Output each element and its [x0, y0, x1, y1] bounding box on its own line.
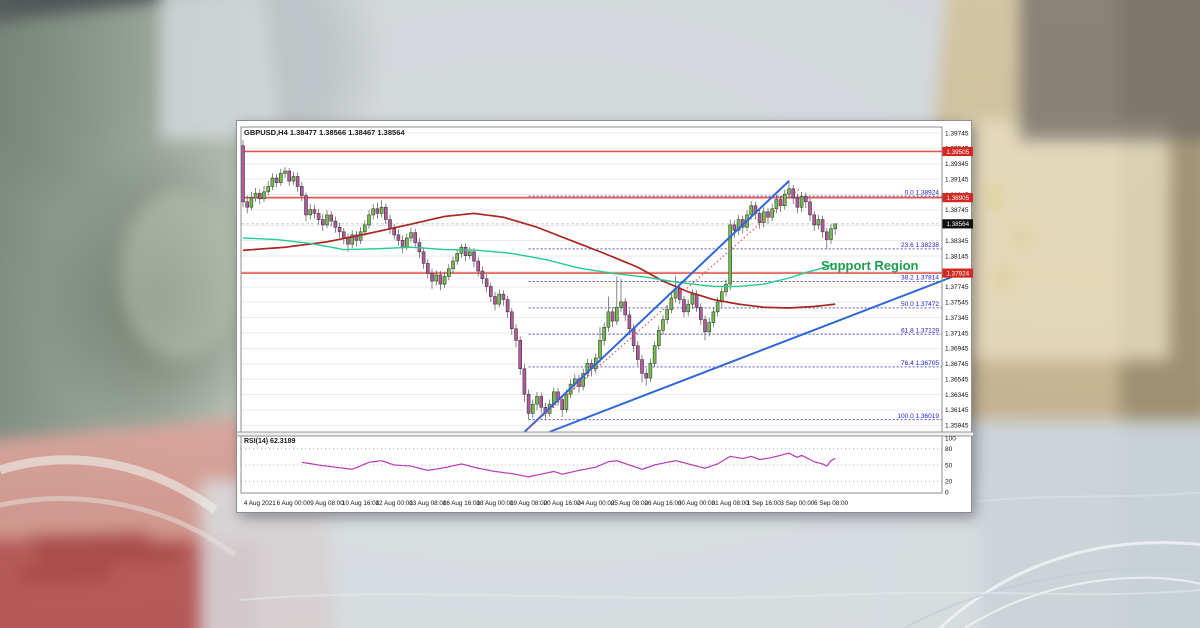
rsi-indicator-label: RSI(14) 62.3189: [244, 438, 295, 445]
svg-text:16 Aug 16:00: 16 Aug 16:00: [443, 500, 481, 507]
svg-text:24 Aug 00:00: 24 Aug 00:00: [577, 500, 615, 507]
svg-text:100: 100: [945, 435, 956, 442]
svg-text:1.38345: 1.38345: [945, 238, 969, 245]
svg-text:1.35945: 1.35945: [945, 423, 969, 430]
price-chart-canvas[interactable]: 1.397451.395451.393451.391451.389451.387…: [237, 121, 973, 514]
svg-text:13 Aug 08:00: 13 Aug 08:00: [409, 500, 447, 507]
svg-text:1.38905: 1.38905: [946, 195, 969, 202]
svg-text:1 Sep 16:00: 1 Sep 16:00: [747, 500, 781, 507]
svg-text:38.2 1.37814: 38.2 1.37814: [901, 275, 939, 282]
svg-text:1.36345: 1.36345: [945, 392, 969, 399]
svg-text:1.37145: 1.37145: [945, 330, 969, 337]
svg-text:1.37924: 1.37924: [946, 270, 969, 277]
svg-text:10 Aug 16:00: 10 Aug 16:00: [342, 500, 380, 507]
svg-text:26 Aug 16:00: 26 Aug 16:00: [644, 500, 682, 507]
svg-text:20 Aug 16:00: 20 Aug 16:00: [544, 500, 582, 507]
mt4-chart-window[interactable]: 1.397451.395451.393451.391451.389451.387…: [236, 120, 972, 513]
svg-text:1.38564: 1.38564: [946, 221, 969, 228]
svg-text:30 Aug 00:00: 30 Aug 00:00: [678, 500, 716, 507]
svg-text:1.39345: 1.39345: [945, 161, 969, 168]
symbol-ohlc-header: GBPUSD,H4 1.38477 1.38566 1.38467 1.3856…: [244, 128, 405, 137]
svg-text:80: 80: [945, 446, 953, 453]
screenshot-stage: 1.397451.395451.393451.391451.389451.387…: [0, 0, 1200, 628]
svg-text:61.8 1.37129: 61.8 1.37129: [901, 327, 939, 334]
svg-text:19 Aug 08:00: 19 Aug 08:00: [510, 500, 548, 507]
svg-text:31 Aug 08:00: 31 Aug 08:00: [712, 500, 750, 507]
svg-text:76.4 1.36705: 76.4 1.36705: [901, 360, 939, 367]
svg-text:4 Aug 2021: 4 Aug 2021: [244, 500, 276, 507]
svg-text:0.0 1.38924: 0.0 1.38924: [905, 189, 940, 196]
svg-text:1.39745: 1.39745: [945, 130, 969, 137]
svg-text:3 Sep 00:00: 3 Sep 00:00: [780, 500, 814, 507]
svg-text:9 Aug 08:00: 9 Aug 08:00: [310, 500, 344, 507]
svg-text:0: 0: [945, 489, 949, 496]
svg-text:23.6 1.38238: 23.6 1.38238: [901, 242, 939, 249]
svg-text:25 Aug 08:00: 25 Aug 08:00: [611, 500, 649, 507]
svg-text:6 Sep 08:00: 6 Sep 08:00: [814, 500, 848, 507]
svg-text:20: 20: [945, 479, 953, 486]
svg-text:50.0 1.37472: 50.0 1.37472: [901, 301, 939, 308]
svg-text:1.36745: 1.36745: [945, 361, 969, 368]
svg-text:12 Aug 00:00: 12 Aug 00:00: [376, 500, 414, 507]
svg-text:1.36545: 1.36545: [945, 376, 969, 383]
svg-text:100.0 1.36019: 100.0 1.36019: [897, 413, 939, 420]
svg-text:50: 50: [945, 462, 953, 469]
svg-text:1.39145: 1.39145: [945, 176, 969, 183]
svg-text:1.38145: 1.38145: [945, 253, 969, 260]
svg-text:18 Aug 00:00: 18 Aug 00:00: [476, 500, 514, 507]
svg-text:1.36945: 1.36945: [945, 346, 969, 353]
svg-text:1.37745: 1.37745: [945, 284, 969, 291]
svg-text:1.36145: 1.36145: [945, 407, 969, 414]
svg-text:6 Aug 00:00: 6 Aug 00:00: [277, 500, 311, 507]
support-region-annotation: Support Region: [821, 258, 919, 273]
svg-text:1.38745: 1.38745: [945, 207, 969, 214]
svg-text:1.37545: 1.37545: [945, 300, 969, 307]
svg-text:1.39505: 1.39505: [946, 149, 969, 156]
svg-text:1.37345: 1.37345: [945, 315, 969, 322]
